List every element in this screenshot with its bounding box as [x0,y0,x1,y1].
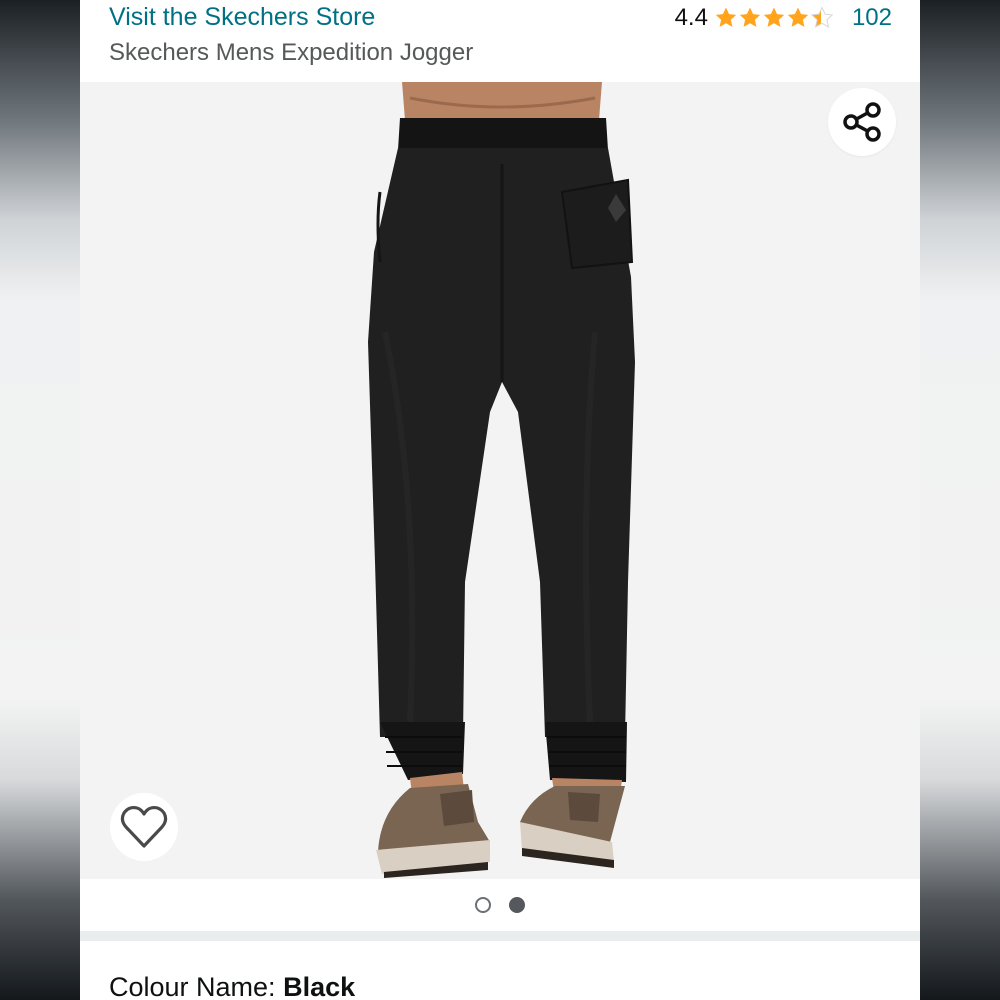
section-divider [80,931,920,941]
star-partial-icon [810,6,834,28]
wishlist-button[interactable] [110,793,178,861]
right-backdrop [920,0,1000,1000]
rating-summary[interactable]: 4.4 102 [675,2,892,34]
product-image-gallery[interactable] [80,82,920,879]
pager-dot-active[interactable] [509,897,525,913]
product-page: Visit the Skechers Store Skechers Mens E… [80,0,920,1000]
product-title: Skechers Mens Expedition Jogger [109,39,474,66]
heart-outline-icon [120,805,168,848]
share-icon [843,102,881,142]
pager-dot[interactable] [475,897,491,913]
store-link[interactable]: Visit the Skechers Store [109,3,375,32]
share-button[interactable] [828,88,896,156]
colour-label: Colour Name: [109,972,284,1000]
colour-value: Black [283,972,356,1000]
star-full-icon [739,7,761,27]
product-header: Visit the Skechers Store Skechers Mens E… [80,0,920,82]
image-pager [80,879,920,931]
star-rating [714,6,834,30]
product-image[interactable] [80,82,920,879]
rating-value: 4.4 [674,4,708,31]
star-full-icon [715,7,737,27]
review-count: 102 [851,4,892,31]
left-backdrop [0,0,80,1000]
star-full-icon [763,7,785,27]
star-full-icon [787,7,809,27]
colour-name: Colour Name: Black [109,972,355,1000]
